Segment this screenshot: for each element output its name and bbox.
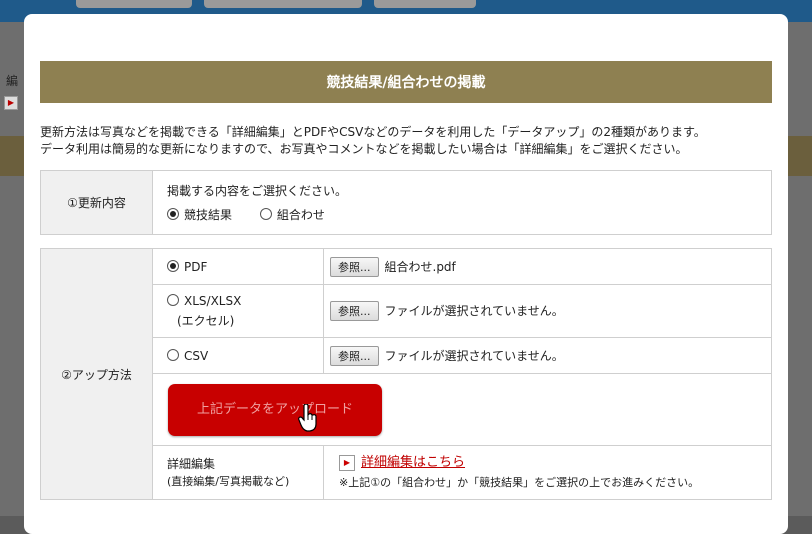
file-cell-xls: 参照... ファイルが選択されていません。	[323, 284, 772, 338]
radio-pairing[interactable]: 組合わせ	[259, 208, 325, 222]
background-arrow-icon: ▶	[4, 96, 18, 110]
detail-link-cell: ▶ 詳細編集はこちら ※上記①の「組合わせ」か「競技結果」をご選択の上でお進みくだ…	[323, 445, 772, 500]
upload-button[interactable]: 上記データをアップロード	[168, 383, 382, 436]
background-tab	[76, 0, 192, 8]
detail-edit-sub: (直接編集/写真掲載など)	[167, 474, 290, 488]
intro-line: 更新方法は写真などを掲載できる「詳細編集」とPDFやCSVなどのデータを利用した…	[40, 125, 706, 139]
modal-dialog: 競技結果/組合わせの掲載 更新方法は写真などを掲載できる「詳細編集」とPDFやC…	[24, 14, 788, 534]
file-name: ファイルが選択されていません。	[384, 348, 564, 363]
radio-unselected-icon[interactable]	[259, 208, 272, 220]
detail-edit-link[interactable]: 詳細編集はこちら	[361, 455, 465, 470]
background-band	[788, 136, 812, 176]
background-right	[788, 22, 812, 516]
file-cell-pdf: 参照... 組合わせ.pdf	[323, 248, 772, 285]
background-tab	[374, 0, 476, 8]
upload-method-table: ②アップ方法 PDF 参照... 組合わせ.pdf XLS/XLSX (エクセル)…	[40, 248, 772, 500]
radio-unselected-icon[interactable]	[167, 348, 179, 361]
radio-result-label: 競技結果	[184, 208, 233, 222]
format-cell-xls[interactable]: XLS/XLSX (エクセル)	[152, 284, 324, 338]
arrow-right-icon: ▶	[339, 454, 355, 471]
radio-result[interactable]: 競技結果	[167, 208, 236, 222]
format-xls-label: XLS/XLSX	[184, 294, 242, 308]
upload-method-label: ②アップ方法	[40, 248, 153, 500]
update-content-prompt: 掲載する内容をご選択ください。	[167, 184, 348, 198]
format-csv-label: CSV	[184, 348, 209, 363]
intro-text: 更新方法は写真などを掲載できる「詳細編集」とPDFやCSVなどのデータを利用した…	[40, 124, 780, 158]
hand-cursor-icon	[298, 403, 317, 432]
browse-button[interactable]: 参照...	[330, 345, 379, 366]
format-cell-pdf[interactable]: PDF	[152, 248, 324, 285]
update-content-table: ①更新内容 掲載する内容をご選択ください。 競技結果 組合わせ	[40, 170, 772, 235]
format-xls-sub: (エクセル)	[177, 314, 235, 328]
browse-button[interactable]: 参照...	[330, 301, 379, 321]
file-name: 組合わせ.pdf	[384, 259, 456, 274]
radio-pairing-label: 組合わせ	[276, 208, 325, 222]
intro-line: データ利用は簡易的な更新になりますので、お写真やコメントなどを掲載したい場合は「…	[40, 142, 688, 156]
update-content-label: ①更新内容	[40, 170, 153, 235]
detail-edit-label: 詳細編集	[167, 456, 216, 471]
radio-selected-icon[interactable]	[167, 259, 179, 272]
radio-unselected-icon[interactable]	[167, 294, 179, 306]
detail-note: ※上記①の「組合わせ」か「競技結果」をご選択の上でお進みください。	[339, 476, 700, 489]
detail-edit-cell: 詳細編集 (直接編集/写真掲載など)	[152, 445, 324, 500]
modal-title: 競技結果/組合わせの掲載	[40, 61, 772, 103]
upload-button-label: 上記データをアップロード	[196, 401, 353, 417]
background-tab	[204, 0, 362, 8]
upload-cell: 上記データをアップロード	[152, 373, 772, 446]
file-cell-csv: 参照... ファイルが選択されていません。	[323, 337, 772, 374]
radio-selected-icon[interactable]	[167, 208, 179, 220]
background-text: 編	[6, 74, 19, 88]
format-cell-csv[interactable]: CSV	[152, 337, 324, 374]
background-band	[0, 136, 24, 176]
format-pdf-label: PDF	[184, 259, 208, 274]
browse-button[interactable]: 参照...	[330, 256, 379, 277]
update-content-cell: 掲載する内容をご選択ください。 競技結果 組合わせ	[152, 170, 772, 235]
file-name: ファイルが選択されていません。	[384, 304, 564, 318]
